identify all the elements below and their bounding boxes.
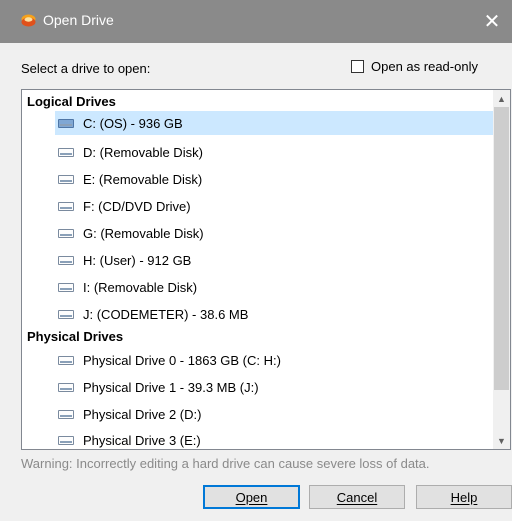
drive-item-label: Physical Drive 3 (E:) xyxy=(83,432,201,448)
drive-item-label: J: (CODEMETER) - 38.6 MB xyxy=(83,306,249,322)
drive-item-label: Physical Drive 2 (D:) xyxy=(83,406,202,422)
read-only-label: Open as read-only xyxy=(371,59,478,74)
drive-item-label: E: (Removable Disk) xyxy=(83,171,203,187)
scrollbar-thumb[interactable] xyxy=(494,107,509,390)
cancel-button[interactable]: Cancel xyxy=(309,485,405,509)
drive-item-g[interactable]: G: (Removable Disk) xyxy=(55,221,508,245)
scroll-down-arrow-icon[interactable]: ▼ xyxy=(493,432,510,449)
hard-drive-icon xyxy=(58,146,74,158)
vertical-scrollbar[interactable]: ▲ ▼ xyxy=(493,90,510,449)
drive-item-label: G: (Removable Disk) xyxy=(83,225,204,241)
drive-list[interactable]: Logical Drives C: (OS) - 936 GB D: (Remo… xyxy=(21,89,511,450)
hard-drive-icon xyxy=(58,281,74,293)
hard-drive-icon xyxy=(58,117,74,129)
hard-drive-icon xyxy=(58,308,74,320)
drive-item-j[interactable]: J: (CODEMETER) - 38.6 MB xyxy=(55,302,508,326)
hard-drive-icon xyxy=(58,354,74,366)
drive-item-i[interactable]: I: (Removable Disk) xyxy=(55,275,508,299)
drive-item-physical-3[interactable]: Physical Drive 3 (E:) xyxy=(55,428,508,449)
window-title: Open Drive xyxy=(43,12,114,28)
drive-item-f[interactable]: F: (CD/DVD Drive) xyxy=(55,194,508,218)
hard-drive-icon xyxy=(58,254,74,266)
group-header-logical-drives: Logical Drives xyxy=(27,94,116,109)
hard-drive-icon xyxy=(58,227,74,239)
drive-item-physical-2[interactable]: Physical Drive 2 (D:) xyxy=(55,402,508,426)
drive-item-h[interactable]: H: (User) - 912 GB xyxy=(55,248,508,272)
hard-drive-icon xyxy=(58,381,74,393)
hard-drive-icon xyxy=(58,200,74,212)
warning-text: Warning: Incorrectly editing a hard driv… xyxy=(21,456,430,471)
drive-item-c[interactable]: C: (OS) - 936 GB xyxy=(55,111,508,135)
drive-item-label: I: (Removable Disk) xyxy=(83,279,198,295)
scroll-up-arrow-icon[interactable]: ▲ xyxy=(493,90,510,107)
drive-item-e[interactable]: E: (Removable Disk) xyxy=(55,167,508,191)
help-button[interactable]: Help xyxy=(416,485,512,509)
read-only-option[interactable]: Open as read-only xyxy=(351,59,478,74)
drive-item-label: C: (OS) - 936 GB xyxy=(83,115,183,131)
help-button-label: Help xyxy=(450,489,478,505)
drive-item-label: D: (Removable Disk) xyxy=(83,144,203,160)
drive-item-label: Physical Drive 0 - 1863 GB (C: H:) xyxy=(83,352,281,368)
open-button[interactable]: Open xyxy=(203,485,300,509)
open-drive-app-icon xyxy=(21,14,36,27)
drive-item-d[interactable]: D: (Removable Disk) xyxy=(55,140,508,164)
drive-prompt-label: Select a drive to open: xyxy=(21,61,151,76)
drive-item-label: H: (User) - 912 GB xyxy=(83,252,192,268)
close-icon: ✕ xyxy=(483,11,501,33)
open-button-label: Open xyxy=(235,489,268,505)
group-header-physical-drives: Physical Drives xyxy=(27,329,124,344)
close-button[interactable]: ✕ xyxy=(472,0,512,43)
hard-drive-icon xyxy=(58,434,74,446)
hard-drive-icon xyxy=(58,408,74,420)
read-only-checkbox[interactable] xyxy=(351,60,364,73)
title-bar: Open Drive ✕ xyxy=(0,0,512,43)
drive-item-label: F: (CD/DVD Drive) xyxy=(83,198,191,214)
drive-item-physical-0[interactable]: Physical Drive 0 - 1863 GB (C: H:) xyxy=(55,348,508,372)
hard-drive-icon xyxy=(58,173,74,185)
drive-item-label: Physical Drive 1 - 39.3 MB (J:) xyxy=(83,379,259,395)
cancel-button-label: Cancel xyxy=(336,489,378,505)
drive-item-physical-1[interactable]: Physical Drive 1 - 39.3 MB (J:) xyxy=(55,375,508,399)
